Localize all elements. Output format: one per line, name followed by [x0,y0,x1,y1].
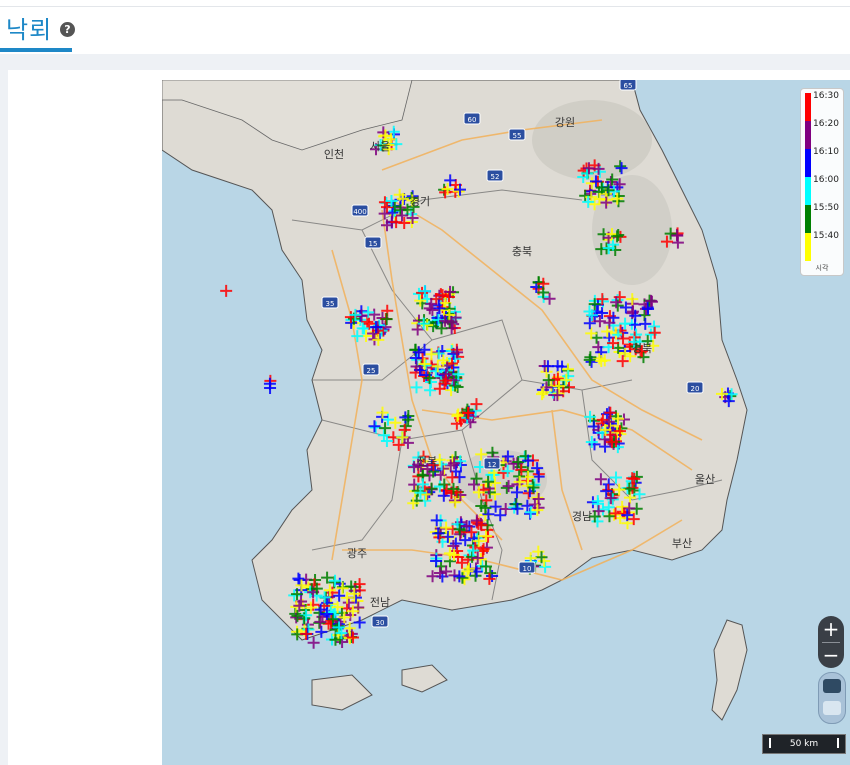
zoom-out-button[interactable]: − [818,643,844,667]
svg-text:52: 52 [491,173,500,181]
place-label-chungbuk: 충북 [512,245,532,258]
highway-shield: 20 [686,381,704,394]
highway-shield: 35 [321,296,339,309]
place-label-seoul: 서울 [370,140,390,153]
legend-footer: 시각 [815,264,829,272]
island-south-1 [311,674,373,711]
place-label-jeonnam: 전남 [370,596,390,609]
svg-text:400: 400 [353,208,366,216]
question-circle-icon[interactable]: ? [60,22,75,37]
highway-shield: 60 [463,112,481,125]
svg-text:20: 20 [691,385,700,393]
top-border [0,6,850,7]
svg-text:35: 35 [326,300,335,308]
legend-swatch [805,121,811,149]
legend-time-label: 15:40 [813,231,839,241]
legend-swatch [805,93,811,121]
legend-time-label: 16:10 [813,147,839,157]
svg-text:30: 30 [376,619,385,627]
place-label-ulsan: 울산 [695,473,715,486]
base-layer-icon[interactable] [823,701,841,715]
svg-text:12: 12 [488,461,497,469]
lightning-map[interactable]: 인천 서울경기 강원충북경북전북경남 울산부산광주전남 65 60 55 52 400 15 35… [162,80,850,765]
page-header: 낙뢰 ? [0,8,850,54]
legend-swatch [805,233,811,261]
highway-shield: 25 [362,363,380,376]
zoom-control: + − [818,616,844,668]
svg-text:55: 55 [513,132,522,140]
legend-time-label: 16:30 [813,91,839,101]
legend-swatch [805,177,811,205]
svg-text:65: 65 [624,82,633,90]
svg-text:15: 15 [369,240,378,248]
map-scale-bar: 50 km [762,734,846,754]
legend-time-label: 15:50 [813,203,839,213]
place-label-gyeonggi: 경기 [410,195,430,208]
place-label-jeonbuk: 전북 [417,455,437,468]
lightning-strike-mark [220,284,233,297]
legend-time-label: 16:00 [813,175,839,185]
highway-shield: 30 [371,615,389,628]
legend-swatch [805,205,811,233]
svg-text:10: 10 [523,565,532,573]
zoom-in-button[interactable]: + [818,617,844,641]
svg-text:60: 60 [468,116,477,124]
page-title: 낙뢰 [6,16,53,44]
highway-shield: 15 [364,236,382,249]
highway-shield: 52 [486,169,504,182]
svg-text:25: 25 [367,367,376,375]
scale-label: 50 km [789,739,819,749]
island-east [711,619,748,721]
place-label-busan: 부산 [672,537,692,550]
place-label-gangwon: 강원 [555,116,575,129]
place-label-gwangju: 광주 [347,547,367,560]
time-legend: 16:30 16:20 16:10 16:00 15:50 15:40 시각 [800,88,844,276]
highway-shield: 400 [351,204,369,217]
legend-time-label: 16:20 [813,119,839,129]
map-canvas[interactable]: 인천 서울경기 강원충북경북전북경남 울산부산광주전남 65 60 55 52 400 15 35… [162,80,850,765]
island-south-2 [401,664,448,693]
legend-swatch [805,149,811,177]
highway-shield: 10 [518,561,536,574]
place-label-gyeongbuk: 경북 [632,342,652,355]
place-label-gyeongnam: 경남 [572,510,592,523]
satellite-layer-icon[interactable] [823,679,841,693]
active-tab-indicator [0,48,72,52]
highway-shield: 65 [619,80,637,91]
layer-toggle-control [818,672,846,724]
place-label-incheon: 인천 [324,147,344,161]
lightning-strike-mark [307,636,320,649]
legend-color-bar [805,93,811,261]
highway-shield: 12 [483,457,501,470]
highway-shield: 55 [508,128,526,141]
